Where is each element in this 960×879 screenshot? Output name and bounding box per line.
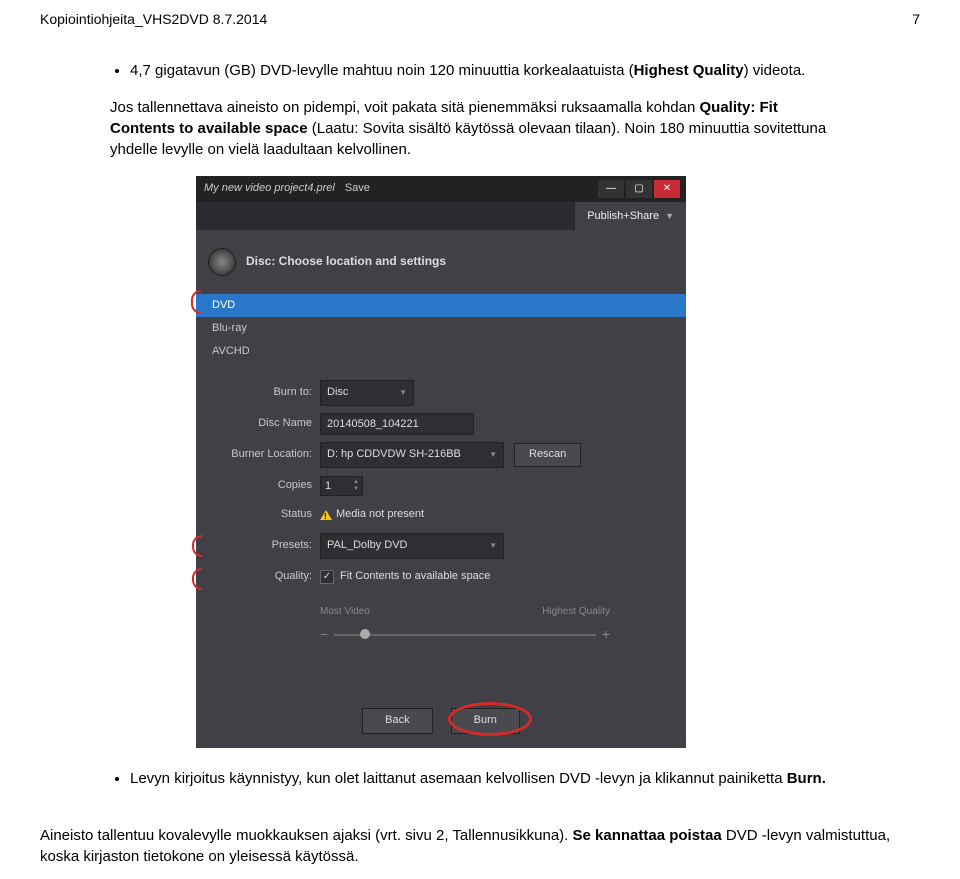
chevron-down-icon: ▼ <box>489 449 497 460</box>
chevron-down-icon: ▼ <box>489 540 497 551</box>
minimize-icon[interactable]: — <box>598 180 624 198</box>
label-quality: Quality: <box>212 569 320 584</box>
plus-icon: + <box>602 625 610 645</box>
disc-name-input[interactable] <box>320 413 474 435</box>
tab-bar: Publish+Share ▼ <box>196 202 686 230</box>
burn-button[interactable]: Burn <box>451 708 520 733</box>
settings-panel: Burn to: Disc ▼ Disc Name Burner Locatio… <box>196 368 686 653</box>
back-button[interactable]: Back <box>362 708 432 733</box>
arrow-up-icon[interactable]: ▲ <box>353 479 359 486</box>
label-burn-to: Burn to: <box>212 385 320 400</box>
arrow-down-icon[interactable]: ▼ <box>353 486 359 493</box>
copies-stepper[interactable]: ▲▼ <box>320 476 363 496</box>
chevron-down-icon: ▼ <box>399 387 407 398</box>
warning-icon <box>320 510 332 520</box>
label-copies: Copies <box>212 478 320 493</box>
bullet-1: 4,7 gigatavun (GB) DVD-levylle mahtuu no… <box>130 60 840 81</box>
format-item-bluray[interactable]: Blu-ray <box>196 317 686 340</box>
save-button[interactable]: Save <box>345 181 370 196</box>
highest-quality-label: Highest Quality <box>542 605 610 619</box>
format-list: DVD Blu-ray AVCHD <box>196 290 686 368</box>
format-item-dvd[interactable]: DVD <box>196 294 686 317</box>
doc-header-left: Kopiointiohjeita_VHS2DVD 8.7.2014 <box>40 10 267 30</box>
disc-icon <box>208 248 236 276</box>
doc-header-right: 7 <box>912 10 920 30</box>
label-presets: Presets: <box>212 538 320 553</box>
body-paragraph: Aineisto tallentuu kovalevylle muokkauks… <box>0 825 960 867</box>
maximize-icon[interactable]: ▢ <box>626 180 652 198</box>
label-status: Status <box>212 507 320 522</box>
fit-contents-checkbox[interactable]: ✓ <box>320 570 334 584</box>
label-burner-location: Burner Location: <box>212 447 320 462</box>
label-disc-name: Disc Name <box>212 416 320 431</box>
format-item-avchd[interactable]: AVCHD <box>196 340 686 363</box>
tab-publish-share[interactable]: Publish+Share ▼ <box>575 202 686 230</box>
burner-location-select[interactable]: D: hp CDDVDW SH-216BB ▼ <box>320 442 504 468</box>
slider-thumb[interactable] <box>360 629 370 639</box>
fit-contents-label: Fit Contents to available space <box>340 569 490 584</box>
titlebar: My new video project4.prel Save — ▢ ✕ <box>196 176 686 202</box>
paragraph-2: Jos tallennettava aineisto on pidempi, v… <box>110 97 840 160</box>
chevron-down-icon: ▼ <box>665 210 674 223</box>
burn-to-select[interactable]: Disc ▼ <box>320 380 414 406</box>
close-icon[interactable]: ✕ <box>654 180 680 198</box>
quality-slider-area: Most Video Highest Quality − + <box>212 595 670 645</box>
presets-select[interactable]: PAL_Dolby DVD ▼ <box>320 533 504 559</box>
app-window: My new video project4.prel Save — ▢ ✕ Pu… <box>196 176 686 748</box>
project-name: My new video project4.prel <box>204 181 335 196</box>
status-text: Media not present <box>336 507 424 522</box>
most-video-label: Most Video <box>320 605 370 619</box>
bullet-3: Levyn kirjoitus käynnistyy, kun olet lai… <box>130 768 840 789</box>
quality-slider[interactable] <box>334 634 596 636</box>
minus-icon: − <box>320 625 328 645</box>
rescan-button[interactable]: Rescan <box>514 443 581 467</box>
disc-heading: Disc: Choose location and settings <box>196 230 686 290</box>
